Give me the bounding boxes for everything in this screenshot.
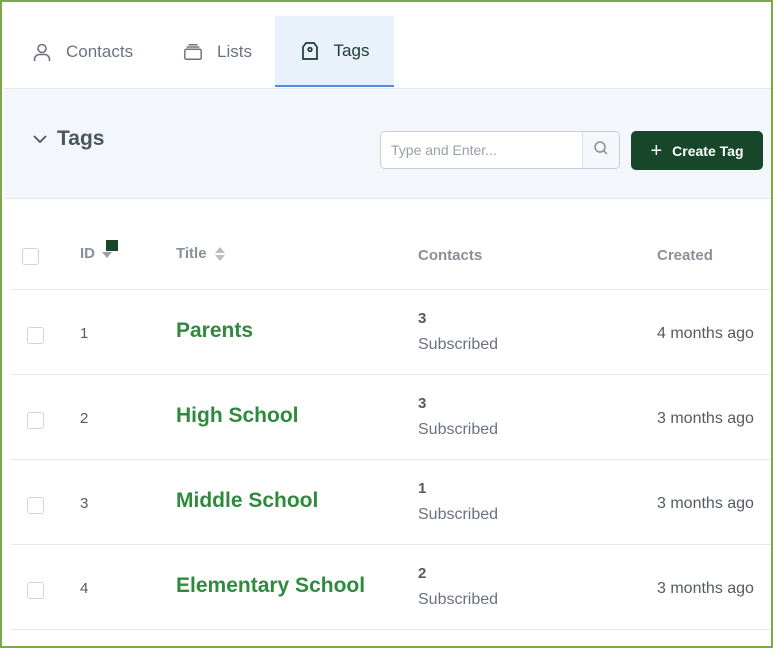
tab-contacts[interactable]: Contacts [32, 16, 133, 87]
create-tag-button[interactable]: + Create Tag [631, 131, 763, 170]
tags-table: ID Title Contacts Created 1 Parents 3 Su… [11, 200, 771, 630]
created-time: 3 months ago [657, 580, 754, 597]
contact-count: 1 [418, 480, 427, 497]
tag-title-link[interactable]: Middle School [176, 489, 318, 513]
tab-tags[interactable]: Tags [275, 16, 394, 87]
tags-header: Tags + Create Tag [4, 88, 771, 199]
tag-title-link[interactable]: Elementary School [176, 574, 365, 598]
column-contacts-label: Contacts [418, 247, 483, 264]
row-checkbox[interactable] [27, 412, 44, 429]
column-created-label: Created [657, 247, 713, 264]
table-header: ID Title Contacts Created [11, 200, 771, 290]
contact-status: Subscribed [418, 336, 499, 353]
contact-status: Subscribed [418, 506, 499, 523]
chevron-down-icon [31, 130, 49, 148]
page-title: Tags [57, 127, 105, 150]
column-title[interactable]: Title [176, 245, 226, 262]
plus-icon: + [650, 139, 663, 162]
search-input[interactable] [381, 132, 582, 168]
tag-id: 2 [80, 410, 89, 427]
contact-count: 2 [418, 565, 427, 582]
table-row: 4 Elementary School 2 Subscribed 3 month… [11, 545, 771, 630]
select-all-checkbox[interactable] [22, 248, 39, 265]
tab-bar: Contacts Lists Tags [2, 2, 771, 88]
created-time: 3 months ago [657, 410, 754, 427]
tab-lists-label: Lists [217, 41, 252, 61]
app-frame: Contacts Lists Tags Tags Type and Enter.… [0, 0, 773, 648]
user-icon [32, 42, 52, 62]
create-tag-label: Create Tag [672, 142, 744, 159]
contact-status: Subscribed [418, 591, 499, 608]
stack-icon [183, 42, 203, 62]
tag-id: 4 [80, 580, 89, 597]
row-checkbox[interactable] [27, 582, 44, 599]
contact-count: 3 [418, 395, 427, 412]
row-checkbox[interactable] [27, 327, 44, 344]
section-toggle[interactable]: Tags [31, 127, 104, 151]
tag-icon [300, 41, 320, 61]
contact-status: Subscribed [418, 421, 499, 438]
table-row: 3 Middle School 1 Subscribed 3 months ag… [11, 460, 771, 545]
column-created: Created [657, 247, 713, 264]
sort-icon [214, 246, 226, 262]
tab-contacts-label: Contacts [66, 41, 134, 61]
table-row: 1 Parents 3 Subscribed 4 months ago [11, 290, 771, 375]
contact-count: 3 [418, 310, 427, 327]
created-time: 4 months ago [657, 325, 754, 342]
tag-title-link[interactable]: High School [176, 404, 299, 428]
search-icon [593, 140, 609, 161]
column-title-label: Title [176, 245, 207, 262]
table-row: 2 High School 3 Subscribed 3 months ago [11, 375, 771, 460]
column-contacts: Contacts [418, 247, 482, 264]
tag-title-link[interactable]: Parents [176, 319, 253, 343]
tab-tags-label: Tags [333, 40, 370, 60]
tag-id: 1 [80, 325, 89, 342]
tag-id: 3 [80, 495, 89, 512]
tab-lists[interactable]: Lists [183, 16, 252, 87]
row-checkbox[interactable] [27, 497, 44, 514]
search-box [380, 131, 620, 169]
sort-active-indicator [106, 240, 118, 251]
column-id-label: ID [80, 245, 95, 262]
created-time: 3 months ago [657, 495, 754, 512]
search-button[interactable] [582, 132, 619, 168]
